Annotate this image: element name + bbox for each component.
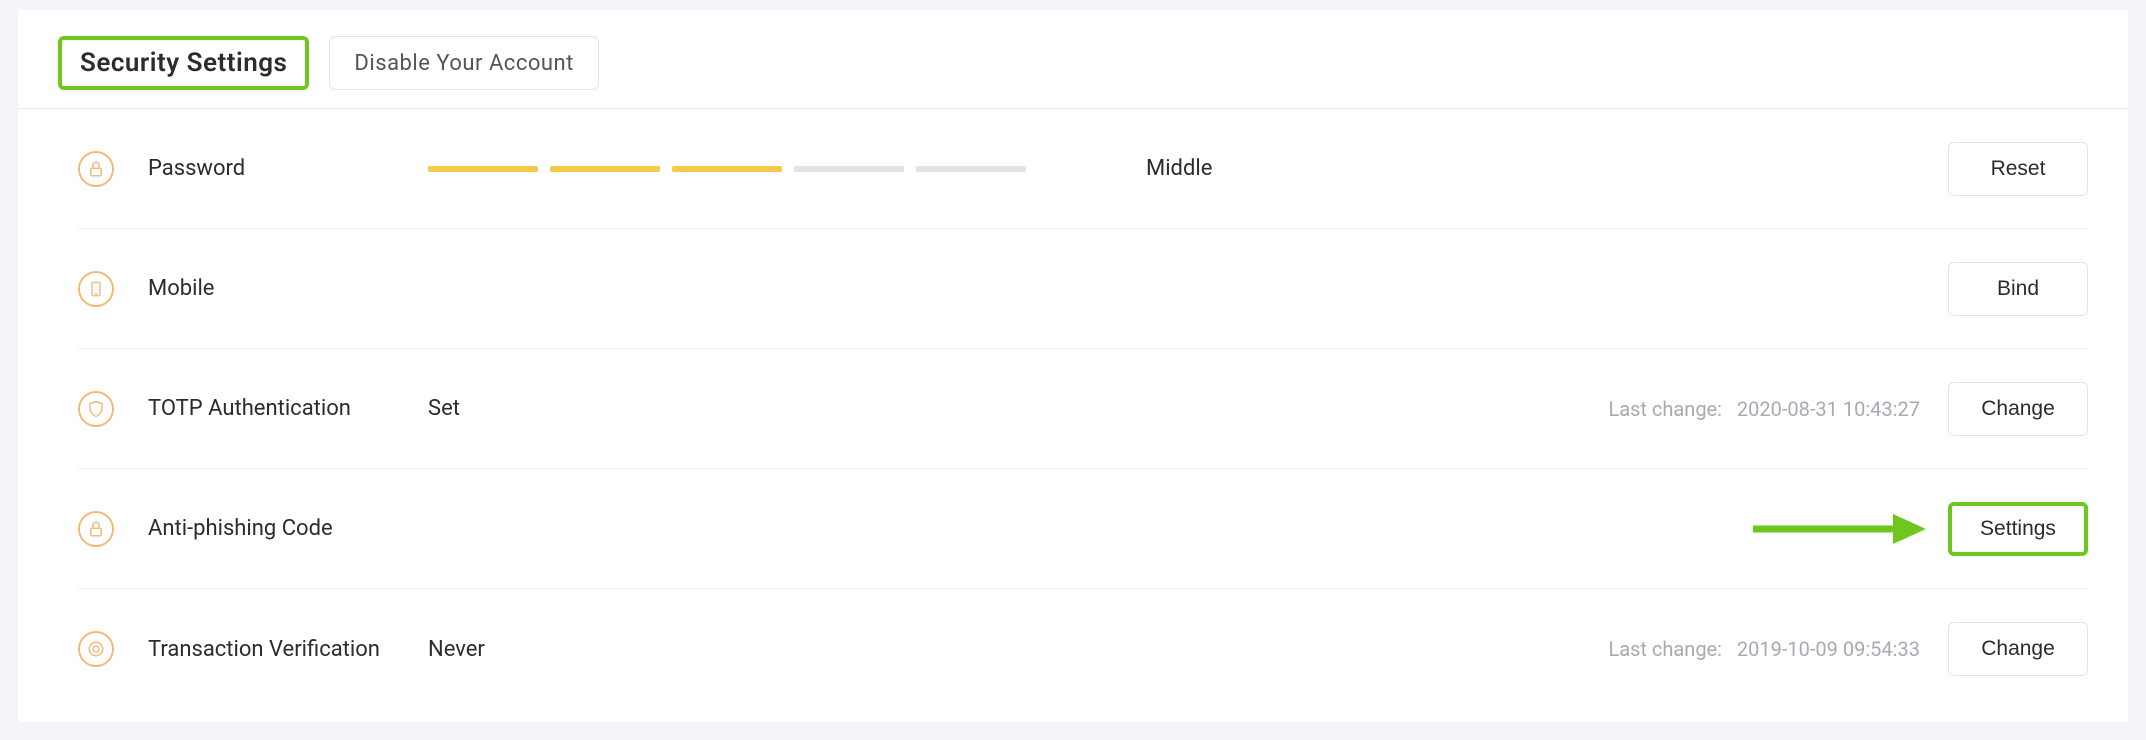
tab-disable-account[interactable]: Disable Your Account — [329, 36, 598, 90]
password-strength-meter — [428, 166, 1026, 172]
strength-bar-1 — [428, 166, 538, 172]
totp-last-change: Last change: 2020-08-31 10:43:27 — [1608, 397, 1920, 421]
strength-bar-4 — [794, 166, 904, 172]
txverify-meta-label: Last change: — [1608, 637, 1722, 661]
totp-meta-label: Last change: — [1608, 397, 1722, 421]
row-password: Password Middle Reset — [78, 109, 2088, 229]
change-txverify-button[interactable]: Change — [1948, 622, 2088, 676]
txverify-value: Never — [428, 637, 485, 662]
txverify-label: Transaction Verification — [148, 637, 428, 662]
txverify-value-area: Never — [428, 637, 1608, 662]
totp-value-area: Set — [428, 396, 1608, 421]
totp-meta-value: 2020-08-31 10:43:27 — [1737, 397, 1920, 421]
txverify-last-change: Last change: 2019-10-09 09:54:33 — [1608, 637, 1920, 661]
password-strength-text: Middle — [1146, 156, 1212, 181]
shield-icon — [78, 391, 114, 427]
bind-mobile-button[interactable]: Bind — [1948, 262, 2088, 316]
settings-list: Password Middle Reset M — [18, 109, 2128, 709]
row-totp: TOTP Authentication Set Last change: 202… — [78, 349, 2088, 469]
txverify-meta-value: 2019-10-09 09:54:33 — [1737, 637, 1920, 661]
totp-label: TOTP Authentication — [148, 396, 428, 421]
row-mobile: Mobile Bind — [78, 229, 2088, 349]
strength-bar-3 — [672, 166, 782, 172]
antiphishing-settings-button[interactable]: Settings — [1948, 502, 2088, 556]
arrow-annotation-icon — [1748, 504, 1928, 554]
totp-value: Set — [428, 396, 460, 421]
target-icon — [78, 631, 114, 667]
tabs-bar: Security Settings Disable Your Account — [18, 10, 2128, 109]
password-value-area: Middle — [428, 156, 1948, 181]
password-label: Password — [148, 156, 428, 181]
lock-icon — [78, 511, 114, 547]
strength-bar-5 — [916, 166, 1026, 172]
reset-password-button[interactable]: Reset — [1948, 142, 2088, 196]
lock-icon — [78, 151, 114, 187]
row-transaction-verification: Transaction Verification Never Last chan… — [78, 589, 2088, 709]
row-antiphishing: Anti-phishing Code Settings — [78, 469, 2088, 589]
strength-bar-2 — [550, 166, 660, 172]
security-panel: Security Settings Disable Your Account P… — [18, 10, 2128, 722]
change-totp-button[interactable]: Change — [1948, 382, 2088, 436]
mobile-label: Mobile — [148, 276, 428, 301]
phone-icon — [78, 271, 114, 307]
tab-security-settings[interactable]: Security Settings — [58, 36, 309, 90]
antiphishing-label: Anti-phishing Code — [148, 516, 428, 541]
